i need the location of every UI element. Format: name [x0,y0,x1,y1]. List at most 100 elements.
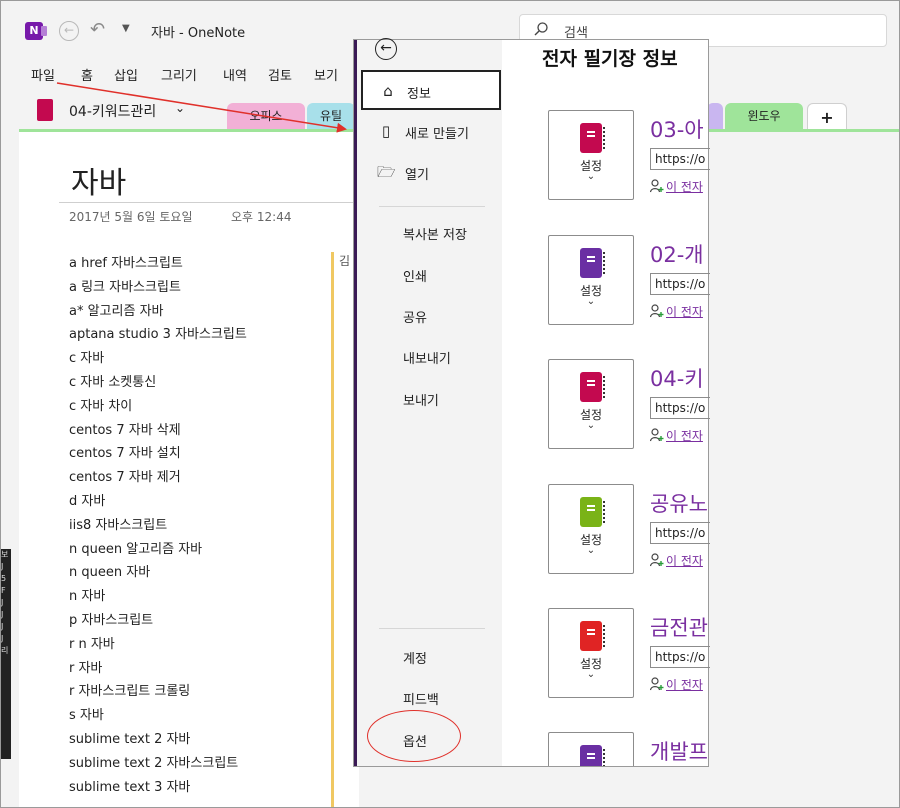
menu-file[interactable]: 파일 [31,65,55,84]
keyword-item[interactable]: a href 자바스크립트 [69,254,247,278]
nav-account[interactable]: 계정 [403,648,427,667]
nav-export[interactable]: 내보내기 [403,348,451,367]
share-link[interactable]: 이 전자 [650,676,703,693]
notebook-icon [37,99,53,121]
nav-new[interactable]: ▯ 새로 만들기 [361,112,501,152]
keyword-item[interactable]: r 자바 [69,659,247,683]
nav-send[interactable]: 보내기 [403,390,439,409]
menu-insert[interactable]: 삽입 [114,65,138,84]
share-link[interactable]: 이 전자 [650,427,703,444]
share-link[interactable]: 이 전자 [650,178,703,195]
annotation-circle [367,710,461,762]
back-icon[interactable]: ← [59,21,79,41]
tab-util[interactable]: 유틸 [307,103,355,130]
notebook-url-field[interactable]: https://o [650,148,710,170]
keyword-item[interactable]: aptana studio 3 자바스크립트 [69,325,247,349]
person-add-icon [650,428,664,442]
keyword-item[interactable]: a* 알고리즘 자바 [69,302,247,326]
quick-access-dropdown-icon[interactable]: ▼ [122,23,130,34]
menu-home[interactable]: 홈 [81,65,93,84]
notebook-settings-button[interactable]: 설정⌄ [548,608,634,698]
notebook-title[interactable]: 공유노 [650,488,708,518]
share-link[interactable]: 이 전자 [650,552,703,569]
notebook-title[interactable]: 02-개 [650,239,704,269]
chevron-down-icon[interactable]: ⌄ [175,101,185,115]
menu-draw[interactable]: 그리기 [161,65,197,84]
keyword-item[interactable]: c 자바 [69,349,247,373]
notebook-settings-button[interactable]: 설정⌄ [548,110,634,200]
notebook-settings-button[interactable]: 설정⌄ [548,235,634,325]
notebook-url-field[interactable]: https://o [650,522,710,544]
keyword-list: a href 자바스크립트 a 링크 자바스크립트 a* 알고리즘 자바 aptana… [69,254,247,801]
nav-info-label: 정보 [407,87,431,102]
undo-icon[interactable]: ↶ [90,19,105,40]
keyword-item[interactable]: sublime text 3 자바 [69,778,247,802]
tab-windows[interactable]: 윈도우 [725,103,803,130]
onenote-window: N ← ↶ ▼ 자바 - OneNote 검색 파일 홈 삽입 그리기 내역 검… [0,0,900,808]
notebook-title[interactable]: 금전관 [650,612,708,642]
keyword-item[interactable]: r 자바스크립트 크롤링 [69,682,247,706]
nav-divider-bottom [379,628,485,629]
keyword-item[interactable]: r n 자바 [69,635,247,659]
notebook-icon [580,621,605,651]
notebook-info-area: 전자 필기장 정보 설정 ⌄ 03-아 https://o 이 전자 설정 ⌄ 02-개 htt… [502,40,710,766]
notebook-title[interactable]: 03-아 [650,114,704,144]
nav-feedback[interactable]: 피드백 [403,689,439,708]
share-link-label: 이 전자 [666,554,703,568]
keyword-item[interactable]: n 자바 [69,587,247,611]
page-title[interactable]: 자바 [71,158,126,202]
share-link[interactable]: 이 전자 [650,303,703,320]
notebook-url-field[interactable]: https://o [650,397,710,419]
keyword-item[interactable]: centos 7 자바 삭제 [69,421,247,445]
column-text: 김 [339,254,351,268]
keyword-item[interactable]: d 자바 [69,492,247,516]
menu-history[interactable]: 내역 [223,65,247,84]
notebook-title[interactable]: 개발프 [650,736,708,766]
folder-icon: 🗁 [377,163,396,181]
chevron-down-icon: ⌄ [586,171,596,182]
keyword-item[interactable]: n queen 자바 [69,563,247,587]
menu-view[interactable]: 보기 [314,65,338,84]
notebook-settings-button[interactable]: 설정⌄ [548,484,634,574]
person-add-icon [650,304,664,318]
menu-review[interactable]: 검토 [268,65,292,84]
search-icon [534,22,548,36]
chevron-down-icon: ⌄ [586,669,596,680]
title-divider [59,202,359,203]
nav-open[interactable]: 🗁 열기 [361,153,501,193]
tab-office[interactable]: 오피스 [227,103,305,130]
background-window-strip: 보 J 5 F J J J J 리 [1,549,11,759]
keyword-item[interactable]: s 자바 [69,706,247,730]
window-title: 자바 - OneNote [151,26,246,41]
keyword-item[interactable]: n queen 알고리즘 자바 [69,540,247,564]
notebook-entry: 설정 ⌄ 공유노 https://o 이 전자 [548,484,710,584]
keyword-item[interactable]: a 링크 자바스크립트 [69,278,247,302]
keyword-item[interactable]: centos 7 자바 설치 [69,444,247,468]
keyword-item[interactable]: sublime text 2 자바스크립트 [69,754,247,778]
notebook-url-field[interactable]: https://o [650,646,710,668]
keyword-item[interactable]: c 자바 소켓통신 [69,373,247,397]
nav-info[interactable]: ⌂ 정보 [361,70,501,110]
keyword-item[interactable]: p 자바스크립트 [69,611,247,635]
nav-print[interactable]: 인쇄 [403,266,427,285]
notebook-url-field[interactable]: https://o [650,273,710,295]
back-icon[interactable]: ← [375,38,397,60]
keyword-item[interactable]: centos 7 자바 제거 [69,468,247,492]
nav-save-copy[interactable]: 복사본 저장 [403,224,467,243]
add-section-button[interactable]: + [807,103,847,130]
notebook-name[interactable]: 04-키워드관리 [69,101,156,121]
notebook-title[interactable]: 04-키 [650,363,704,393]
keyword-item[interactable]: iis8 자바스크립트 [69,516,247,540]
keyword-item[interactable]: c 자바 차이 [69,397,247,421]
page-canvas[interactable]: 자바 2017년 5월 6일 토요일 오후 12:44 김 a href 자바스… [19,132,359,807]
notebook-entry: 설정 ⌄ 금전관 https://o 이 전자 [548,608,710,708]
notebook-icon [580,248,605,278]
share-link-label: 이 전자 [666,180,703,194]
nav-share[interactable]: 공유 [403,307,427,326]
chevron-down-icon: ⌄ [586,545,596,556]
nav-divider [379,206,485,207]
notebook-entry: 설정 ⌄ 03-아 https://o 이 전자 [548,110,710,210]
keyword-item[interactable]: sublime text 2 자바 [69,730,247,754]
notebook-settings-button[interactable]: 설정⌄ [548,359,634,449]
notebook-settings-button[interactable]: 설정⌄ [548,732,634,766]
